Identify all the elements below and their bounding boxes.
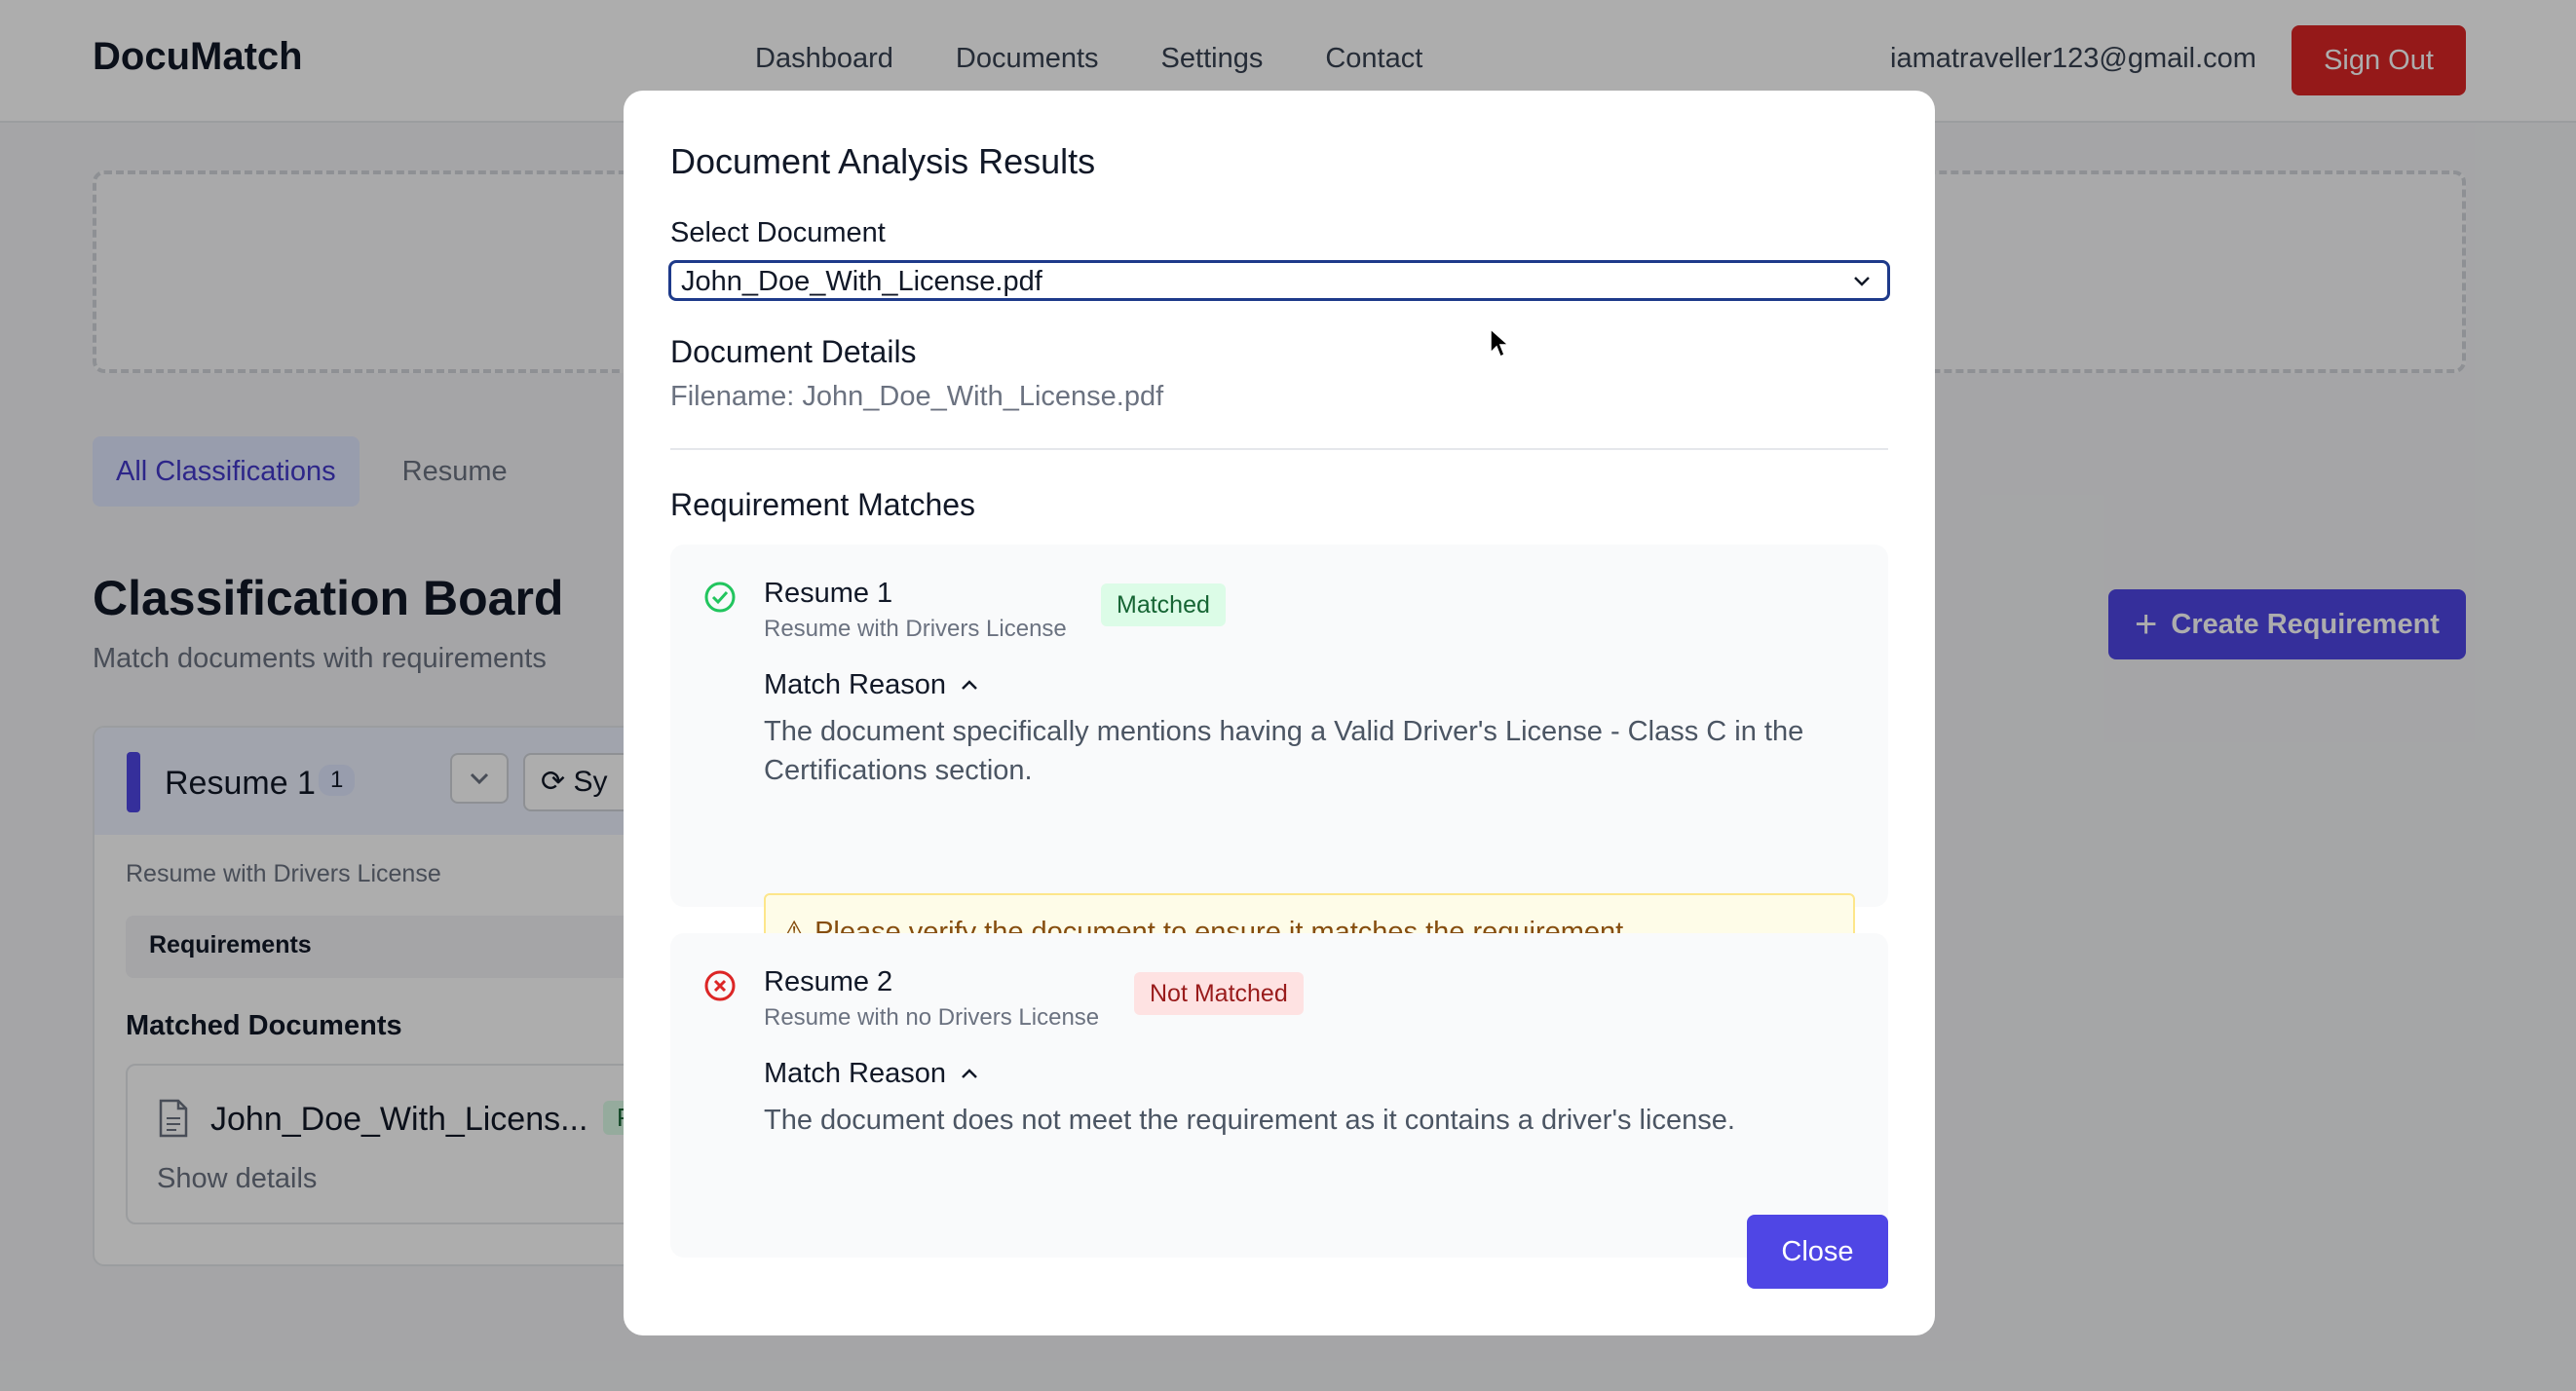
chevron-down-icon [1854,277,1870,286]
chevron-up-icon [962,1068,977,1078]
check-circle-icon [704,582,736,613]
match-subtitle: Resume with Drivers License [764,616,1067,642]
match-reason-text: The document specifically mentions havin… [764,716,1804,786]
match-title: Resume 2 [764,966,893,997]
document-select[interactable]: John_Doe_With_License.pdf [668,260,1890,301]
requirement-matches-heading: Requirement Matches [670,487,976,522]
match-reason-label: Match Reason [764,1058,946,1089]
requirement-match-card: Resume 2 Resume with no Drivers License … [670,933,1888,1258]
divider [670,448,1888,450]
document-select-value: John_Doe_With_License.pdf [681,266,1042,297]
mouse-cursor-icon [1490,327,1510,358]
match-reason-toggle[interactable]: Match Reason [764,669,981,701]
not-matched-badge: Not Matched [1134,972,1304,1015]
close-button[interactable]: Close [1747,1215,1888,1289]
match-title: Resume 1 [764,578,893,609]
modal-title: Document Analysis Results [670,141,1096,181]
requirement-match-card: Resume 1 Resume with Drivers License Mat… [670,545,1888,967]
chevron-up-icon [962,679,977,690]
document-details-heading: Document Details [670,334,917,369]
analysis-results-modal: Document Analysis Results Select Documen… [624,91,1935,1335]
select-document-label: Select Document [670,217,886,248]
x-circle-icon [704,970,736,1001]
matched-badge: Matched [1101,583,1226,626]
match-reason-label: Match Reason [764,669,946,700]
match-reason-text: The document does not meet the requireme… [764,1105,1735,1136]
match-subtitle: Resume with no Drivers License [764,1004,1100,1031]
match-reason-toggle[interactable]: Match Reason [764,1058,981,1090]
document-filename: Filename: John_Doe_With_License.pdf [670,381,1164,412]
